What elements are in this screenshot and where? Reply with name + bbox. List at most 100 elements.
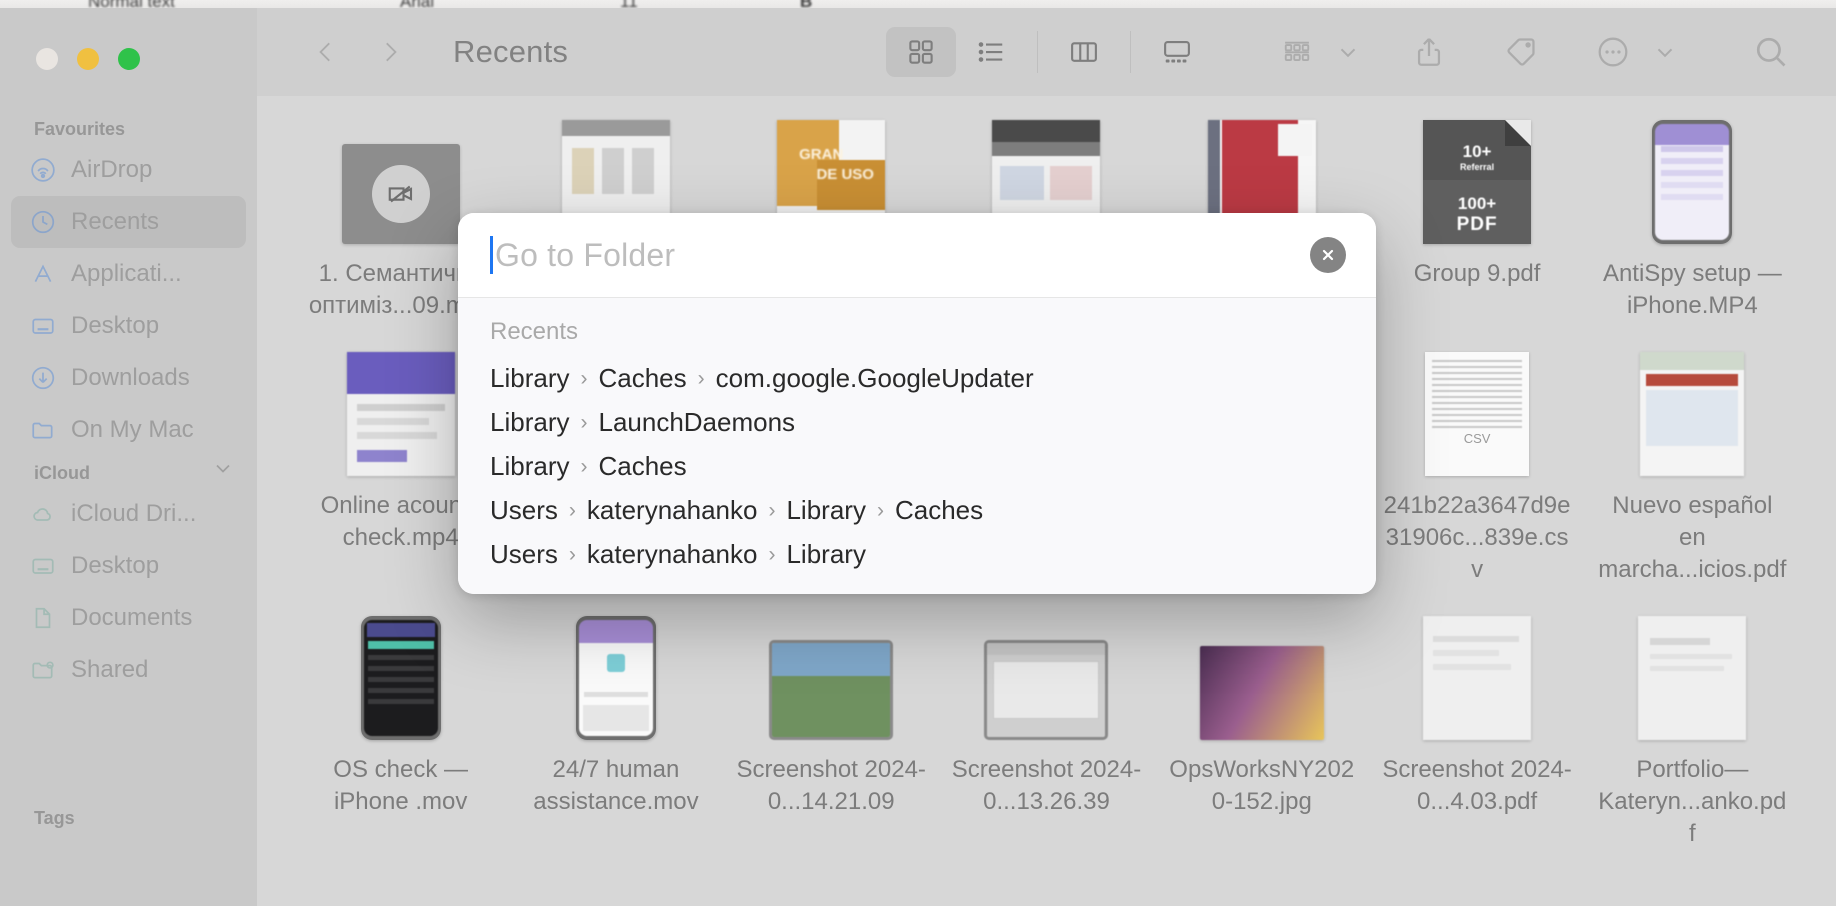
sidebar-section-label: iCloud: [34, 458, 90, 488]
sidebar-item-label: Desktop: [71, 312, 159, 340]
path-segment: Library: [786, 539, 865, 570]
suggestion-row[interactable]: Users › katerynahanko › Library › Caches: [458, 488, 1376, 532]
sidebar-item-label: Downloads: [71, 364, 190, 392]
cloud-icon: [30, 501, 56, 527]
sidebar-item-downloads[interactable]: Downloads: [11, 352, 246, 404]
share-button[interactable]: [1398, 26, 1460, 78]
file-item[interactable]: AntiSpy setup — iPhone.MP4: [1585, 120, 1800, 322]
path-separator-icon: ›: [757, 543, 786, 567]
path-segment: Caches: [598, 363, 686, 394]
chevron-down-icon[interactable]: [1644, 26, 1686, 78]
file-name: 24/7 human assistance.mov: [521, 754, 711, 818]
file-item[interactable]: Nuevo español en marcha...icios.pdf: [1585, 352, 1800, 586]
view-mode-segmented-control: [886, 26, 1212, 78]
sidebar-section-title[interactable]: iCloud: [0, 458, 257, 488]
close-button[interactable]: [36, 48, 58, 70]
sidebar-item-desktop[interactable]: Desktop: [11, 300, 246, 352]
tags-button[interactable]: [1490, 26, 1552, 78]
page-title: Recents: [453, 34, 568, 70]
suggestion-row[interactable]: Library › LaunchDaemons: [458, 400, 1376, 444]
file-name: OS check — iPhone .mov: [306, 754, 496, 818]
back-button[interactable]: [313, 35, 339, 69]
chevron-down-icon[interactable]: [1328, 26, 1368, 78]
path-segment: katerynahanko: [587, 495, 758, 526]
sidebar-item-label: AirDrop: [71, 156, 152, 184]
sidebar-item-documents[interactable]: Documents: [11, 592, 246, 644]
list-view-button[interactable]: [956, 27, 1026, 77]
sidebar-item-icloud-drive[interactable]: iCloud Dri...: [11, 488, 246, 540]
path-segment: Users: [490, 539, 558, 570]
toolbar: Recents: [257, 8, 1836, 96]
sidebar-item-on-my-mac[interactable]: On My Mac: [11, 404, 246, 456]
screen: Normal text Arial 11 B Favourites: [0, 0, 1836, 906]
file-thumbnail: [1200, 616, 1324, 740]
suggestions-group-title: Recents: [458, 312, 1376, 356]
sidebar-item-applications[interactable]: Applicati...: [11, 248, 246, 300]
file-item[interactable]: OpsWorksNY2020-152.jpg: [1154, 616, 1369, 850]
file-item[interactable]: OS check — iPhone .mov: [293, 616, 508, 850]
minimize-button[interactable]: [77, 48, 99, 70]
folder-icon: [30, 417, 56, 443]
sidebar-item-airdrop[interactable]: AirDrop: [11, 144, 246, 196]
file-thumbnail: [339, 616, 463, 740]
suggestion-row[interactable]: Users › katerynahanko › Library: [458, 532, 1376, 576]
more-button[interactable]: [1582, 26, 1644, 78]
file-name: Screenshot 2024-0...4.03.pdf: [1382, 754, 1572, 818]
group-by-button[interactable]: [1266, 26, 1328, 78]
icon-view-button[interactable]: [886, 27, 956, 77]
sidebar-section-label: Favourites: [34, 114, 125, 144]
search-icon[interactable]: [1740, 26, 1802, 78]
path-segment: Library: [490, 451, 569, 482]
file-thumbnail: [339, 352, 463, 476]
go-to-folder-input-row[interactable]: Go to Folder: [458, 213, 1376, 298]
go-to-folder-dialog: Go to Folder Recents Library › Caches › …: [458, 213, 1376, 594]
path-separator-icon: ›: [569, 455, 598, 479]
file-thumbnail: [554, 616, 678, 740]
sidebar-item-shared[interactable]: Shared: [11, 644, 246, 696]
applications-icon: [30, 261, 56, 287]
zoom-button[interactable]: [118, 48, 140, 70]
file-item[interactable]: 10+ Referral 100+ PDF Group 9.pdf: [1369, 120, 1584, 322]
file-item[interactable]: Screenshot 2024-0...13.26.39: [939, 616, 1154, 850]
file-item[interactable]: Screenshot 2024-0...4.03.pdf: [1369, 616, 1584, 850]
file-thumbnail: [1630, 352, 1754, 476]
gallery-view-button[interactable]: [1142, 27, 1212, 77]
sidebar-item-label: Desktop: [71, 552, 159, 580]
sidebar-item-label: Recents: [71, 208, 159, 236]
sidebar-item-recents[interactable]: Recents: [11, 196, 246, 248]
path-separator-icon: ›: [569, 411, 598, 435]
desktop-icon: [30, 313, 56, 339]
path-separator-icon: ›: [687, 367, 716, 391]
suggestion-row[interactable]: Library › Caches › com.google.GoogleUpda…: [458, 356, 1376, 400]
forward-button[interactable]: [377, 35, 403, 69]
file-item[interactable]: Screenshot 2024-0...14.21.09: [724, 616, 939, 850]
toolbar-divider: [1037, 31, 1038, 73]
sidebar-section-favourites: Favourites AirDrop: [0, 114, 257, 456]
toolbar-divider: [1130, 31, 1131, 73]
chevron-down-icon[interactable]: [211, 456, 235, 490]
sidebar-section-title: Favourites: [0, 114, 257, 144]
path-segment: Caches: [895, 495, 983, 526]
file-thumbnail: [339, 120, 463, 244]
go-to-folder-input[interactable]: Go to Folder: [495, 237, 675, 274]
sidebar-section-tags: Tags: [0, 803, 257, 833]
file-name: Screenshot 2024-0...13.26.39: [951, 754, 1141, 818]
sidebar-item-icloud-desktop[interactable]: Desktop: [11, 540, 246, 592]
shared-folder-icon: [30, 657, 56, 683]
file-thumbnail: CSV: [1415, 352, 1539, 476]
toolbar-actions: [886, 8, 1836, 96]
file-thumbnail: 10+ Referral 100+ PDF: [1415, 120, 1539, 244]
sidebar-item-label: On My Mac: [71, 416, 194, 444]
file-item[interactable]: Portfolio—Kateryn...anko.pdf: [1585, 616, 1800, 850]
sidebar: Favourites AirDrop: [0, 8, 258, 906]
suggestion-row[interactable]: Library › Caches: [458, 444, 1376, 488]
path-segment: Library: [490, 363, 569, 394]
clock-icon: [30, 209, 56, 235]
file-item[interactable]: CSV 241b22a3647d9e31906c...839e.csv: [1369, 352, 1584, 586]
path-segment: com.google.GoogleUpdater: [716, 363, 1034, 394]
file-thumbnail: [984, 616, 1108, 740]
column-view-button[interactable]: [1049, 27, 1119, 77]
clear-button[interactable]: [1310, 237, 1346, 273]
file-item[interactable]: 24/7 human assistance.mov: [508, 616, 723, 850]
sidebar-section-label: Tags: [34, 803, 75, 833]
